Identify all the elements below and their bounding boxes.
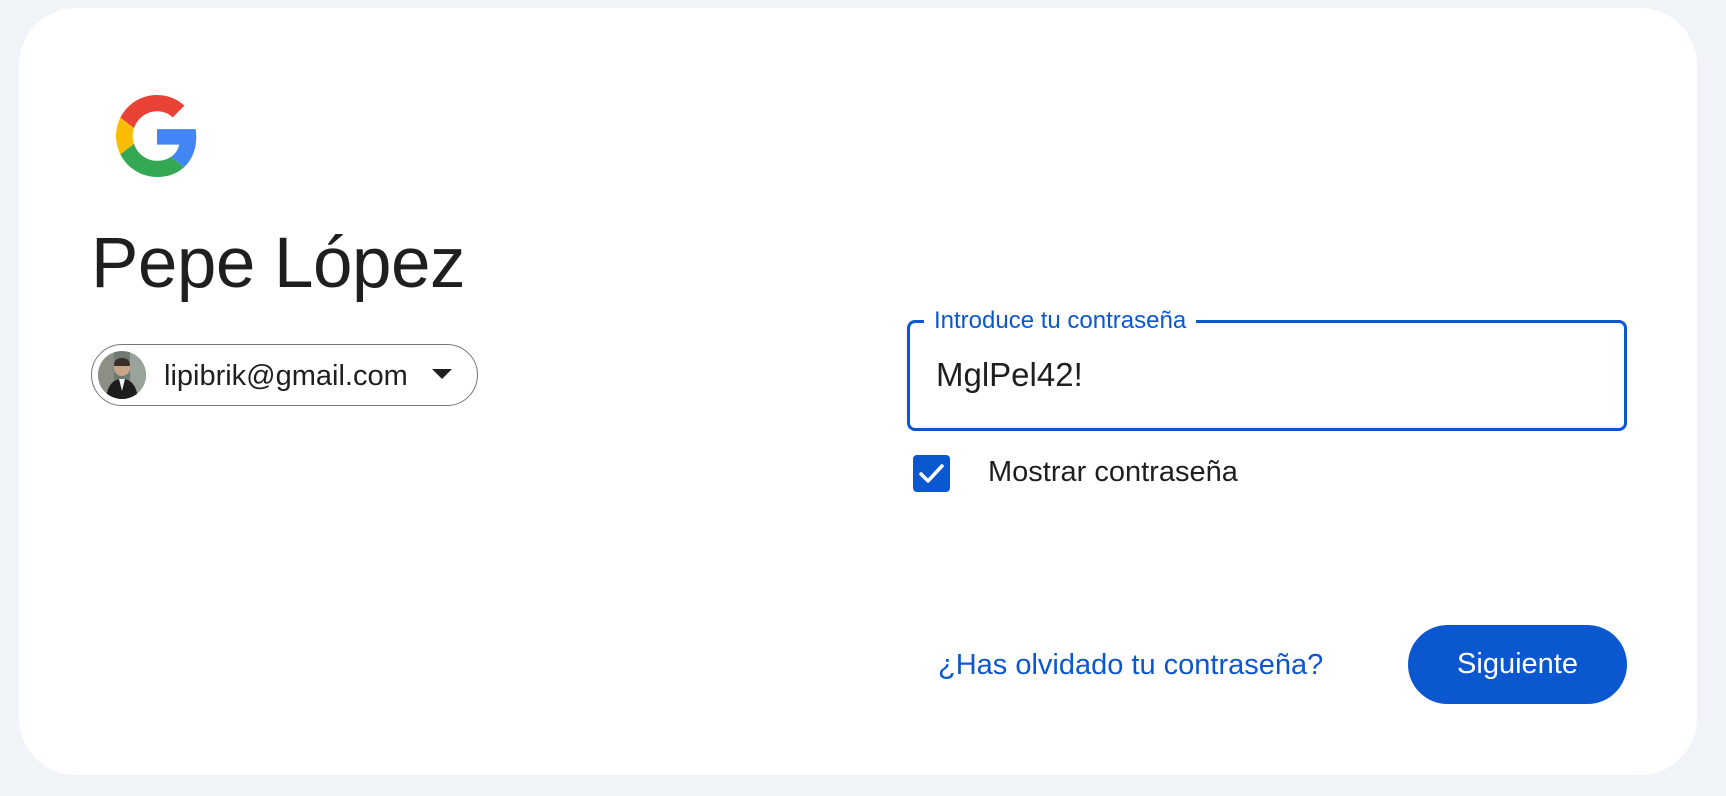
user-avatar-icon <box>98 351 146 399</box>
password-field-label: Introduce tu contraseña <box>924 306 1197 336</box>
account-email: lipibrik@gmail.com <box>164 360 408 392</box>
show-password-label[interactable]: Mostrar contraseña <box>988 454 1238 490</box>
password-input[interactable] <box>936 352 1596 398</box>
next-button[interactable]: Siguiente <box>1408 625 1627 704</box>
account-name-heading: Pepe López <box>91 224 466 303</box>
checkmark-icon <box>919 464 944 483</box>
caret-down-icon <box>432 369 452 379</box>
forgot-password-link[interactable]: ¿Has olvidado tu contraseña? <box>938 647 1323 683</box>
google-logo-icon <box>116 95 198 177</box>
show-password-checkbox[interactable] <box>913 455 950 492</box>
account-switcher-chip[interactable]: lipibrik@gmail.com <box>91 344 478 406</box>
